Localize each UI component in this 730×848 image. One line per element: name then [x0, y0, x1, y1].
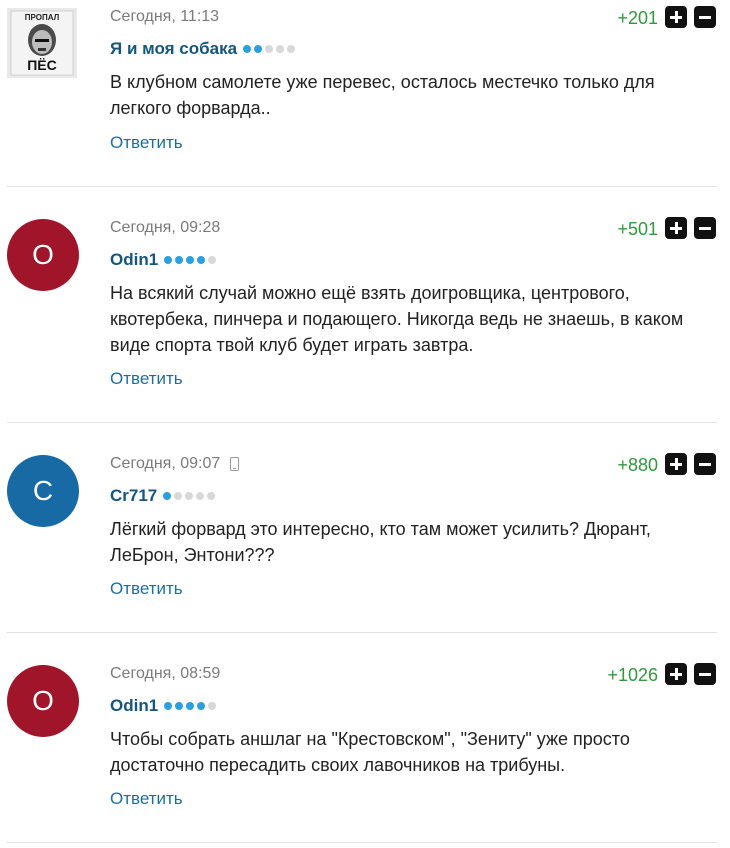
comment-meta: Сегодня, 11:13 — [110, 8, 219, 26]
author-name: Odin1 — [110, 250, 159, 269]
comment-text: На всякий случай можно ещё взять доигров… — [110, 283, 684, 355]
comment-date: Сегодня, 11:13 — [110, 8, 220, 25]
downvote-button[interactable] — [694, 6, 716, 28]
rating-dot — [186, 256, 195, 264]
comment: C Сегодня, 09:07 Cr717 +880 Лёгкий форва… — [0, 453, 730, 615]
upvote-button[interactable] — [665, 453, 687, 475]
author-name: Odin1 — [110, 696, 159, 715]
downvote-button[interactable] — [694, 663, 716, 685]
comment-divider — [7, 842, 717, 843]
reply-link[interactable]: Ответить — [110, 133, 183, 153]
avatar-poster-bottom: ПЁС — [27, 57, 57, 73]
phone-icon — [230, 457, 240, 471]
avatar-poster-top: ПРОПАЛ — [25, 13, 60, 22]
comment-divider — [7, 186, 717, 187]
comment-author[interactable]: Я и моя собака — [110, 39, 296, 59]
rating-dot — [243, 45, 252, 53]
comment-score: +201 — [617, 8, 658, 28]
rating-dot — [175, 256, 184, 264]
rating-dot — [164, 702, 173, 710]
rating-dot — [185, 492, 194, 500]
rating-dot — [196, 492, 205, 500]
comment-score: +1026 — [607, 665, 658, 685]
downvote-button[interactable] — [694, 217, 716, 239]
rating-dot — [208, 256, 217, 264]
rating-dot — [197, 256, 206, 264]
lost-dog-poster-image: ПРОПАЛ ПЁС — [7, 8, 77, 78]
comment-score: +880 — [617, 455, 658, 475]
comment: ПРОПАЛ ПЁС Сегодня, 11:13 Я и моя собака… — [0, 6, 730, 178]
comment-divider — [7, 632, 717, 633]
comment-score: +501 — [617, 219, 658, 239]
comment-text: В клубном самолете уже перевес, осталось… — [110, 72, 655, 118]
comment: O Сегодня, 09:28 Odin1 +501 На всякий сл… — [0, 217, 730, 409]
comment-author[interactable]: Odin1 — [110, 250, 217, 270]
comment-date: Сегодня, 09:07 — [110, 455, 221, 472]
rating-dot — [208, 702, 217, 710]
comment-meta: Сегодня, 09:28 — [110, 219, 220, 237]
downvote-button[interactable] — [694, 453, 716, 475]
avatar[interactable]: O — [7, 219, 79, 291]
rating-dot — [197, 702, 206, 710]
comment-author[interactable]: Odin1 — [110, 696, 217, 716]
user-rating-dots — [164, 702, 217, 710]
reply-link[interactable]: Ответить — [110, 789, 183, 809]
rating-dot — [186, 702, 195, 710]
rating-dot — [164, 256, 173, 264]
reply-link[interactable]: Ответить — [110, 579, 183, 599]
comment-text: Лёгкий форвард это интересно, кто там мо… — [110, 519, 651, 565]
avatar-letter: O — [32, 239, 54, 270]
avatar[interactable]: O — [7, 665, 79, 737]
avatar[interactable]: ПРОПАЛ ПЁС — [7, 8, 77, 78]
user-rating-dots — [163, 492, 216, 500]
comment-date: Сегодня, 08:59 — [110, 665, 221, 682]
upvote-button[interactable] — [665, 6, 687, 28]
avatar-letter: O — [32, 685, 54, 716]
rating-dot — [287, 45, 296, 53]
comment-author[interactable]: Cr717 — [110, 486, 216, 506]
rating-dot — [175, 702, 184, 710]
author-name: Cr717 — [110, 486, 158, 505]
rating-dot — [276, 45, 285, 53]
comment-divider — [7, 422, 717, 423]
comment-meta: Сегодня, 09:07 — [110, 455, 240, 473]
avatar-letter: C — [32, 475, 54, 506]
avatar[interactable]: C — [7, 455, 79, 527]
rating-dot — [207, 492, 216, 500]
reply-link[interactable]: Ответить — [110, 369, 183, 389]
comment: O Сегодня, 08:59 Odin1 +1026 Чтобы собра… — [0, 663, 730, 825]
comment-date: Сегодня, 09:28 — [110, 219, 221, 236]
author-name: Я и моя собака — [110, 39, 238, 58]
rating-dot — [254, 45, 263, 53]
comment-text: Чтобы собрать аншлаг на "Крестовском", "… — [110, 729, 630, 775]
comment-meta: Сегодня, 08:59 — [110, 665, 220, 683]
user-rating-dots — [243, 45, 296, 53]
user-rating-dots — [164, 256, 217, 264]
rating-dot — [163, 492, 172, 500]
rating-dot — [174, 492, 183, 500]
upvote-button[interactable] — [665, 217, 687, 239]
rating-dot — [265, 45, 274, 53]
upvote-button[interactable] — [665, 663, 687, 685]
